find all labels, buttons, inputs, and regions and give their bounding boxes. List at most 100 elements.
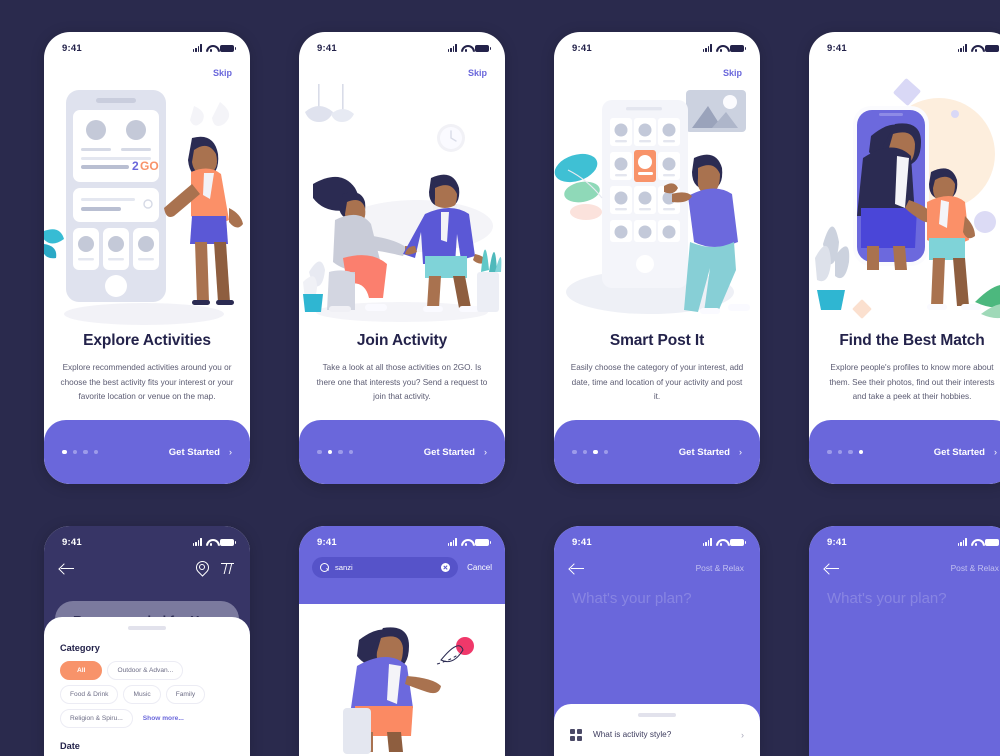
location-pin-icon[interactable]: [195, 561, 208, 575]
chevron-right-icon: ›: [994, 447, 997, 457]
pagination-dots[interactable]: [827, 449, 863, 455]
plan-input-placeholder[interactable]: What's your plan?: [572, 590, 692, 607]
cancel-button[interactable]: Cancel: [467, 563, 492, 572]
search-screen: 9:41 sanzi Cancel: [299, 526, 505, 756]
get-started-button[interactable]: Get Started ›: [934, 447, 997, 458]
wifi-icon: [971, 44, 981, 52]
page-title: Explore Activities: [83, 332, 211, 349]
chip-religion-spirituality[interactable]: Religion & Spiru...: [60, 708, 133, 728]
get-started-button[interactable]: Get Started ›: [679, 447, 742, 458]
clear-icon[interactable]: [440, 562, 451, 573]
wifi-icon: [971, 538, 981, 546]
status-bar-time: 9:41: [827, 536, 847, 548]
onboarding-screen-smart-post-it: 9:41 Skip Smart Post It Easily choose th…: [554, 32, 760, 484]
post-nav-bar: Post & Relax: [809, 554, 1000, 582]
status-bar: 9:41: [554, 32, 760, 58]
onboarding-text-block: Join Activity Take a look at all those a…: [299, 332, 505, 405]
search-icon: [320, 563, 329, 572]
status-bar-time: 9:41: [572, 42, 592, 54]
wifi-icon: [461, 538, 471, 546]
search-input[interactable]: sanzi: [312, 557, 459, 578]
status-bar-icons: [447, 538, 491, 546]
battery-icon: [220, 44, 236, 52]
chip-music[interactable]: Music: [123, 684, 161, 704]
category-chip-group: All Outdoor & Advan... Food & Drink Musi…: [60, 660, 234, 728]
onboarding-text-block: Find the Best Match Explore people's pro…: [809, 332, 1000, 405]
search-input-value: sanzi: [335, 563, 353, 572]
skip-link[interactable]: Skip: [723, 68, 742, 78]
post-nav-bar: Post & Relax: [554, 554, 760, 582]
wifi-icon: [461, 44, 471, 52]
filter-nav-bar: [44, 554, 250, 582]
onboarding-text-block: Explore Activities Explore recommended a…: [44, 332, 250, 405]
skip-link[interactable]: Skip: [213, 68, 232, 78]
sheet-grabber[interactable]: [128, 626, 166, 630]
chevron-right-icon: ›: [229, 447, 232, 457]
status-bar-icons: [702, 44, 746, 52]
onboarding-footer: Get Started ›: [44, 420, 250, 484]
status-bar: 9:41: [44, 32, 250, 58]
search-results-pane: [299, 604, 505, 756]
status-bar-time: 9:41: [317, 536, 337, 548]
battery-icon: [475, 538, 491, 546]
illustration-find-the-best-match: [809, 76, 1000, 332]
get-started-button[interactable]: Get Started ›: [424, 447, 487, 458]
chip-all[interactable]: All: [60, 660, 103, 680]
signal-icon: [447, 44, 457, 52]
back-arrow-icon[interactable]: [825, 562, 840, 574]
status-bar: 9:41: [809, 32, 1000, 58]
chip-outdoor-adventure[interactable]: Outdoor & Advan...: [107, 660, 184, 680]
pagination-dots[interactable]: [317, 449, 353, 455]
page-title: Join Activity: [356, 332, 448, 349]
back-arrow-icon[interactable]: [60, 562, 75, 574]
get-started-label: Get Started: [678, 446, 730, 458]
page-title: Smart Post It: [609, 332, 705, 349]
status-bar-icons: [957, 44, 1000, 52]
status-bar: 9:41: [44, 526, 250, 552]
status-bar: 9:41: [299, 32, 505, 58]
nav-actions: [195, 561, 234, 575]
post-screen: 9:41 Post & Relax What's your plan? What…: [554, 526, 760, 756]
activity-style-row[interactable]: What is activity style? ›: [554, 728, 760, 741]
status-bar-time: 9:41: [62, 536, 82, 548]
pagination-dots[interactable]: [572, 449, 608, 455]
page-description: Take a look at all those activities on 2…: [316, 363, 488, 402]
sheet-grabber[interactable]: [638, 713, 676, 717]
illustration-join-activity: [299, 76, 505, 332]
chip-food-drink[interactable]: Food & Drink: [60, 684, 119, 704]
status-bar-icons: [192, 44, 236, 52]
illustration-smart-post-it: [554, 76, 760, 332]
chevron-right-icon: ›: [741, 729, 744, 740]
pagination-dots[interactable]: [62, 449, 98, 455]
svg-text:2: 2: [132, 159, 139, 173]
show-more-link[interactable]: Show more...: [137, 708, 194, 728]
battery-icon: [985, 44, 1000, 52]
post-bottom-sheet: What is activity style? ›: [554, 704, 760, 756]
status-bar-time: 9:41: [62, 42, 82, 54]
skip-link[interactable]: Skip: [468, 68, 487, 78]
page-title: Find the Best Match: [839, 332, 985, 349]
wifi-icon: [716, 44, 726, 52]
onboarding-screen-explore-activities: 9:41 Skip 2 GO Explore Activities Explor…: [44, 32, 250, 484]
signal-icon: [192, 538, 202, 546]
onboarding-text-block: Smart Post It Easily choose the category…: [554, 332, 760, 405]
plan-input-placeholder[interactable]: What's your plan?: [827, 590, 947, 607]
status-bar-icons: [192, 538, 236, 546]
wifi-icon: [206, 538, 216, 546]
category-section-label: Category: [60, 642, 100, 653]
signal-icon: [957, 538, 967, 546]
svg-text:GO: GO: [140, 159, 159, 173]
filter-icon[interactable]: [221, 562, 234, 575]
status-bar: 9:41: [299, 526, 505, 552]
chevron-right-icon: ›: [739, 447, 742, 457]
get-started-label: Get Started: [423, 446, 475, 458]
onboarding-footer: Get Started ›: [809, 420, 1000, 484]
back-arrow-icon[interactable]: [570, 562, 585, 574]
grid-icon: [570, 728, 582, 741]
signal-icon: [702, 44, 712, 52]
chip-family[interactable]: Family: [165, 684, 206, 704]
wifi-icon: [206, 44, 216, 52]
get-started-button[interactable]: Get Started ›: [169, 447, 232, 458]
get-started-label: Get Started: [168, 446, 220, 458]
filter-screen: 9:41 Recommended for You Category All Ou…: [44, 526, 250, 756]
